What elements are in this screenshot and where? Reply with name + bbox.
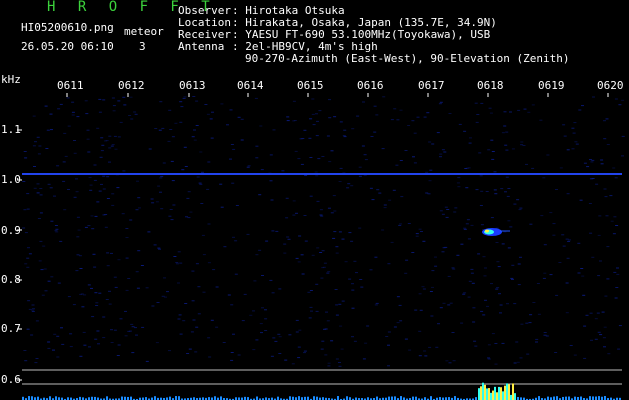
spectrogram-plot [17, 93, 625, 400]
activity-bar [22, 382, 621, 400]
noise-field [22, 96, 625, 367]
axis-ticks [17, 93, 609, 381]
